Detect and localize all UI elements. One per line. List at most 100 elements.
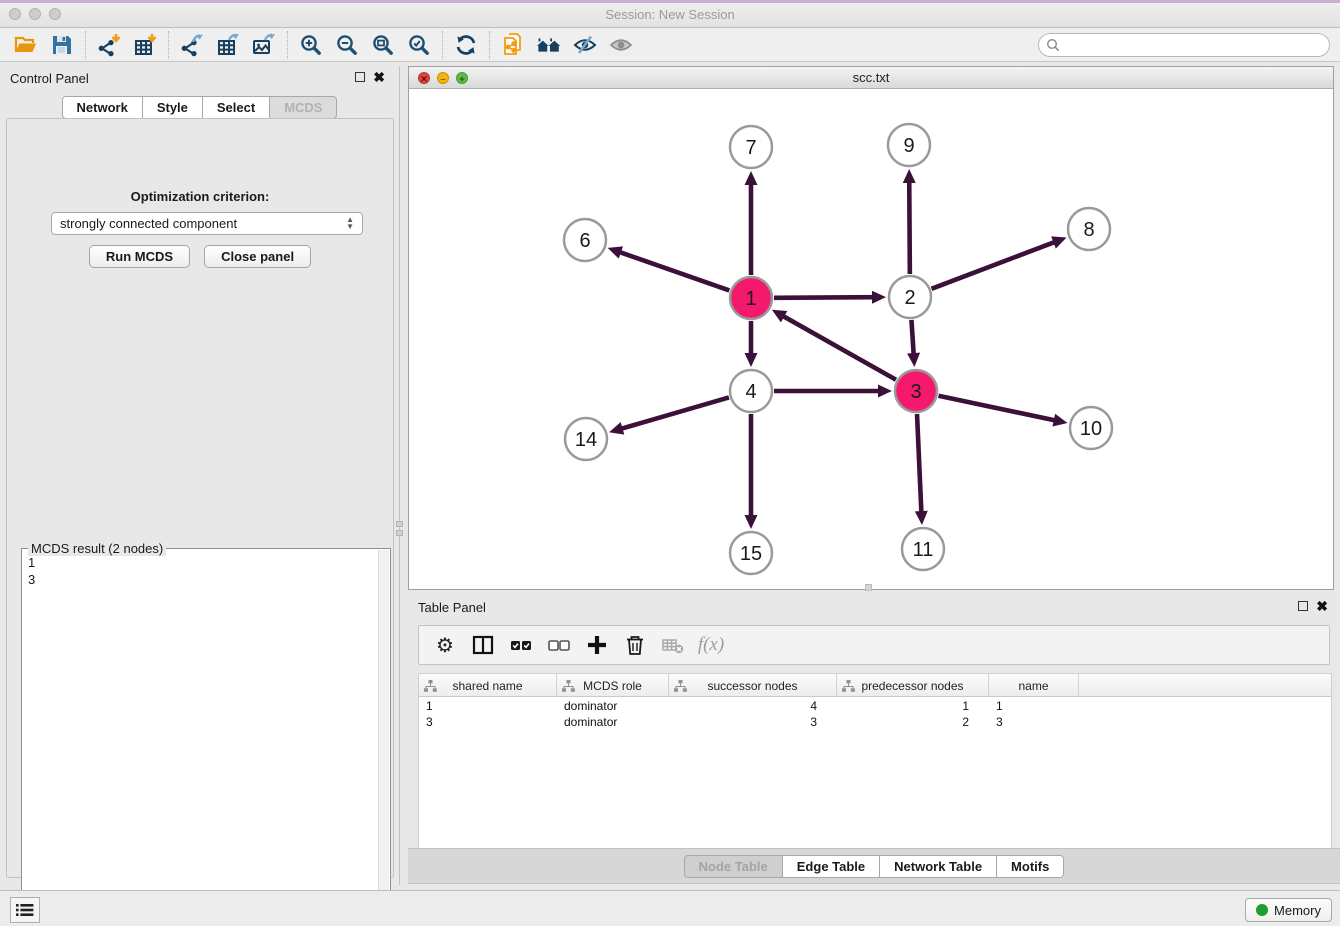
node-label-1: 1 [745, 288, 756, 310]
network-from-file-button[interactable] [495, 30, 531, 60]
edge-1-2[interactable] [774, 297, 875, 298]
zoom-selected-button[interactable] [401, 30, 437, 60]
table-row[interactable]: 1dominator411 [419, 698, 1331, 714]
zoom-selected-icon [407, 33, 431, 57]
result-line: 3 [28, 571, 384, 588]
column-label: MCDS role [583, 679, 642, 693]
tab-node-table[interactable]: Node Table [684, 855, 783, 878]
network-window-titlebar[interactable]: ✕ – + scc.txt [409, 67, 1333, 89]
edge-3-10[interactable] [939, 396, 1057, 421]
split-pane-grip[interactable] [396, 521, 403, 539]
edge-2-3[interactable] [911, 320, 913, 356]
zoom-fit-button[interactable] [365, 30, 401, 60]
import-network-button[interactable] [91, 30, 127, 60]
column-label: predecessor nodes [861, 679, 963, 693]
close-table-panel-icon[interactable]: ✖ [1316, 601, 1328, 611]
tab-network[interactable]: Network [62, 96, 143, 119]
column-header-MCDS-role[interactable]: MCDS role [557, 674, 669, 697]
node-label-9: 9 [903, 135, 914, 157]
export-table-button[interactable] [210, 30, 246, 60]
table-header-row: shared name MCDS role successor nodes prede… [419, 674, 1331, 697]
column-label: shared name [452, 679, 522, 693]
tab-motifs[interactable]: Motifs [997, 855, 1064, 878]
cell-MCDS-role: dominator [557, 698, 669, 714]
status-bar: Memory [0, 890, 1340, 926]
result-line: 1 [28, 554, 384, 571]
tab-network-table[interactable]: Network Table [880, 855, 997, 878]
memory-button[interactable]: Memory [1245, 898, 1332, 922]
criterion-value: strongly connected component [60, 216, 237, 231]
gear-icon: ⚙ [436, 633, 454, 658]
open-session-button[interactable] [8, 30, 44, 60]
node-label-3: 3 [910, 381, 921, 403]
column-header-predecessor-nodes[interactable]: predecessor nodes [837, 674, 989, 697]
edge-3-1[interactable] [781, 315, 895, 380]
float-table-panel-icon[interactable] [1298, 601, 1308, 611]
cell-shared-name: 3 [419, 714, 557, 730]
tab-mcds[interactable]: MCDS [270, 96, 337, 119]
edge-2-8[interactable] [932, 241, 1057, 288]
run-mcds-button[interactable]: Run MCDS [89, 245, 190, 268]
select-all-button[interactable] [505, 629, 537, 661]
search-icon [1046, 38, 1060, 52]
arrowhead-1-4 [745, 353, 758, 367]
arrowhead-4-15 [745, 515, 758, 529]
cell-name: 3 [989, 714, 1079, 730]
deselect-all-button[interactable] [543, 629, 575, 661]
network-file-icon [501, 33, 525, 57]
hide-graphics-details-button[interactable] [567, 30, 603, 60]
show-columns-button[interactable] [467, 629, 499, 661]
edge-4-14[interactable] [620, 397, 729, 429]
search-input[interactable] [1038, 33, 1330, 57]
tab-edge-table[interactable]: Edge Table [783, 855, 880, 878]
tab-select[interactable]: Select [203, 96, 270, 119]
task-history-button[interactable] [10, 897, 40, 923]
zoom-in-button[interactable] [293, 30, 329, 60]
refresh-icon [454, 33, 478, 57]
main-titlebar: Session: New Session [0, 0, 1340, 28]
window-top-accent [0, 0, 1340, 3]
column-header-shared-name[interactable]: shared name [419, 674, 557, 697]
import-table-button[interactable] [127, 30, 163, 60]
node-table: shared name MCDS role successor nodes prede… [418, 673, 1332, 848]
edge-2-9[interactable] [909, 180, 910, 274]
result-scrollbar[interactable] [378, 550, 389, 926]
criterion-select[interactable]: strongly connected component ▲▼ [51, 212, 363, 235]
tab-style[interactable]: Style [143, 96, 203, 119]
edge-3-11[interactable] [917, 414, 921, 514]
delete-column-button[interactable] [619, 629, 651, 661]
save-session-button[interactable] [44, 30, 80, 60]
column-header-name[interactable]: name [989, 674, 1079, 697]
float-panel-icon[interactable] [355, 72, 365, 82]
cell-successor-nodes: 3 [669, 714, 837, 730]
edge-1-6[interactable] [618, 252, 729, 291]
export-network-icon [180, 33, 204, 57]
control-panel-title: Control Panel [10, 71, 89, 86]
apply-layout-button[interactable] [448, 30, 484, 60]
window-resize-handle[interactable] [865, 584, 872, 591]
create-column-button[interactable] [581, 629, 613, 661]
zoom-in-icon [299, 33, 323, 57]
show-graphics-details-button[interactable] [603, 30, 639, 60]
network-canvas[interactable]: 7968124314101511 [409, 89, 1333, 589]
close-panel-button[interactable]: Close panel [204, 245, 311, 268]
table-row[interactable]: 3dominator323 [419, 714, 1331, 730]
node-label-11: 11 [913, 539, 934, 561]
zoom-out-button[interactable] [329, 30, 365, 60]
control-panel-tabs: NetworkStyleSelectMCDS [0, 96, 399, 119]
tree-icon [842, 680, 855, 692]
export-network-button[interactable] [174, 30, 210, 60]
delete-table-button[interactable] [657, 629, 689, 661]
node-label-2: 2 [904, 287, 915, 309]
arrowhead-4-3 [878, 385, 892, 398]
toolbar-separator [442, 31, 443, 59]
column-header-successor-nodes[interactable]: successor nodes [669, 674, 837, 697]
export-image-button[interactable] [246, 30, 282, 60]
function-builder-button[interactable]: f(x) [695, 629, 727, 661]
close-panel-icon[interactable]: ✖ [373, 72, 385, 82]
cell-shared-name: 1 [419, 698, 557, 714]
export-image-icon [252, 33, 276, 57]
hierarchical-layout-button[interactable] [531, 30, 567, 60]
mcds-panel: Optimization criterion: strongly connect… [6, 118, 394, 878]
table-options-button[interactable]: ⚙ [429, 629, 461, 661]
